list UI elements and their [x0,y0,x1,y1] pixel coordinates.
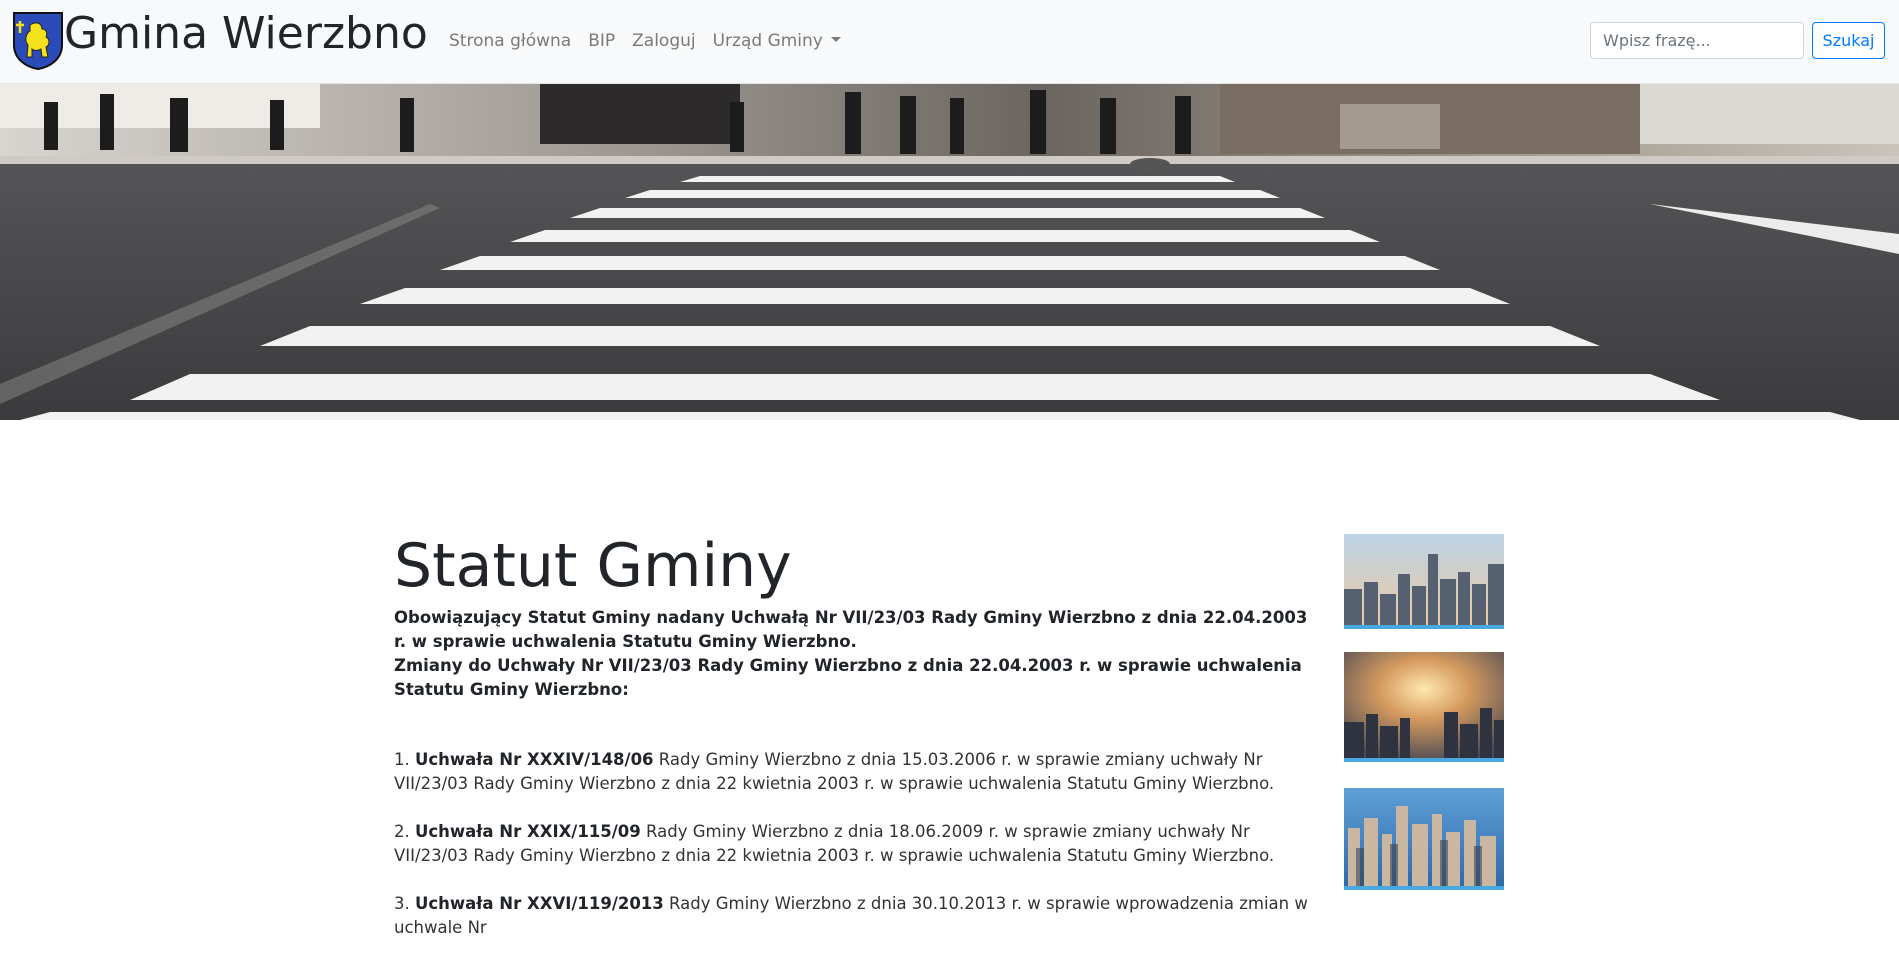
list-item-number: 1. [394,750,410,769]
nav-login[interactable]: Zaloguj [632,28,695,54]
resolution-link[interactable]: Uchwała Nr XXIX/115/09 [415,822,641,841]
list-item: 1. Uchwała Nr XXXIV/148/06 Rady Gminy Wi… [394,748,1314,796]
list-item-number: 2. [394,822,410,841]
list-item: 3. Uchwała Nr XXVI/119/2013 Rady Gminy W… [394,892,1314,940]
resolution-link[interactable]: Uchwała Nr XXXIV/148/06 [415,750,654,769]
chevron-down-icon [830,36,841,42]
main-nav: Strona główna BIP Zaloguj Urząd Gminy [449,28,858,54]
site-brand[interactable]: Gmina Wierzbno [64,6,428,62]
search-input[interactable] [1590,22,1804,59]
navbar: Gmina Wierzbno Strona główna BIP Zaloguj… [0,0,1899,84]
skyline-thumbnail[interactable] [1344,788,1504,890]
list-item: 2. Uchwała Nr XXIX/115/09 Rady Gminy Wie… [394,820,1314,868]
sunset-city-thumbnail[interactable] [1344,652,1504,762]
nav-bip[interactable]: BIP [588,28,615,54]
hero-banner-image [0,84,1899,420]
coat-of-arms-icon[interactable] [12,11,64,71]
intro-current-statute: Obowiązujący Statut Gminy nadany Uchwałą… [394,608,1308,651]
nav-office-dropdown[interactable]: Urząd Gminy [713,28,841,54]
nav-office-label: Urząd Gminy [712,31,823,51]
intro: Obowiązujący Statut Gminy nadany Uchwałą… [394,606,1314,702]
main-content: Statut Gminy Obowiązujący Statut Gminy n… [394,530,1314,964]
amendments-list: 1. Uchwała Nr XXXIV/148/06 Rady Gminy Wi… [394,748,1314,940]
nav-home[interactable]: Strona główna [449,28,571,54]
resolution-link[interactable]: Uchwała Nr XXVI/119/2013 [415,894,664,913]
search-button[interactable]: Szukaj [1812,22,1885,59]
list-item-number: 3. [394,894,410,913]
page-title: Statut Gminy [394,531,792,601]
city-thumbnail[interactable] [1344,534,1504,629]
intro-amendments: Zmiany do Uchwały Nr VII/23/03 Rady Gmin… [394,656,1302,699]
